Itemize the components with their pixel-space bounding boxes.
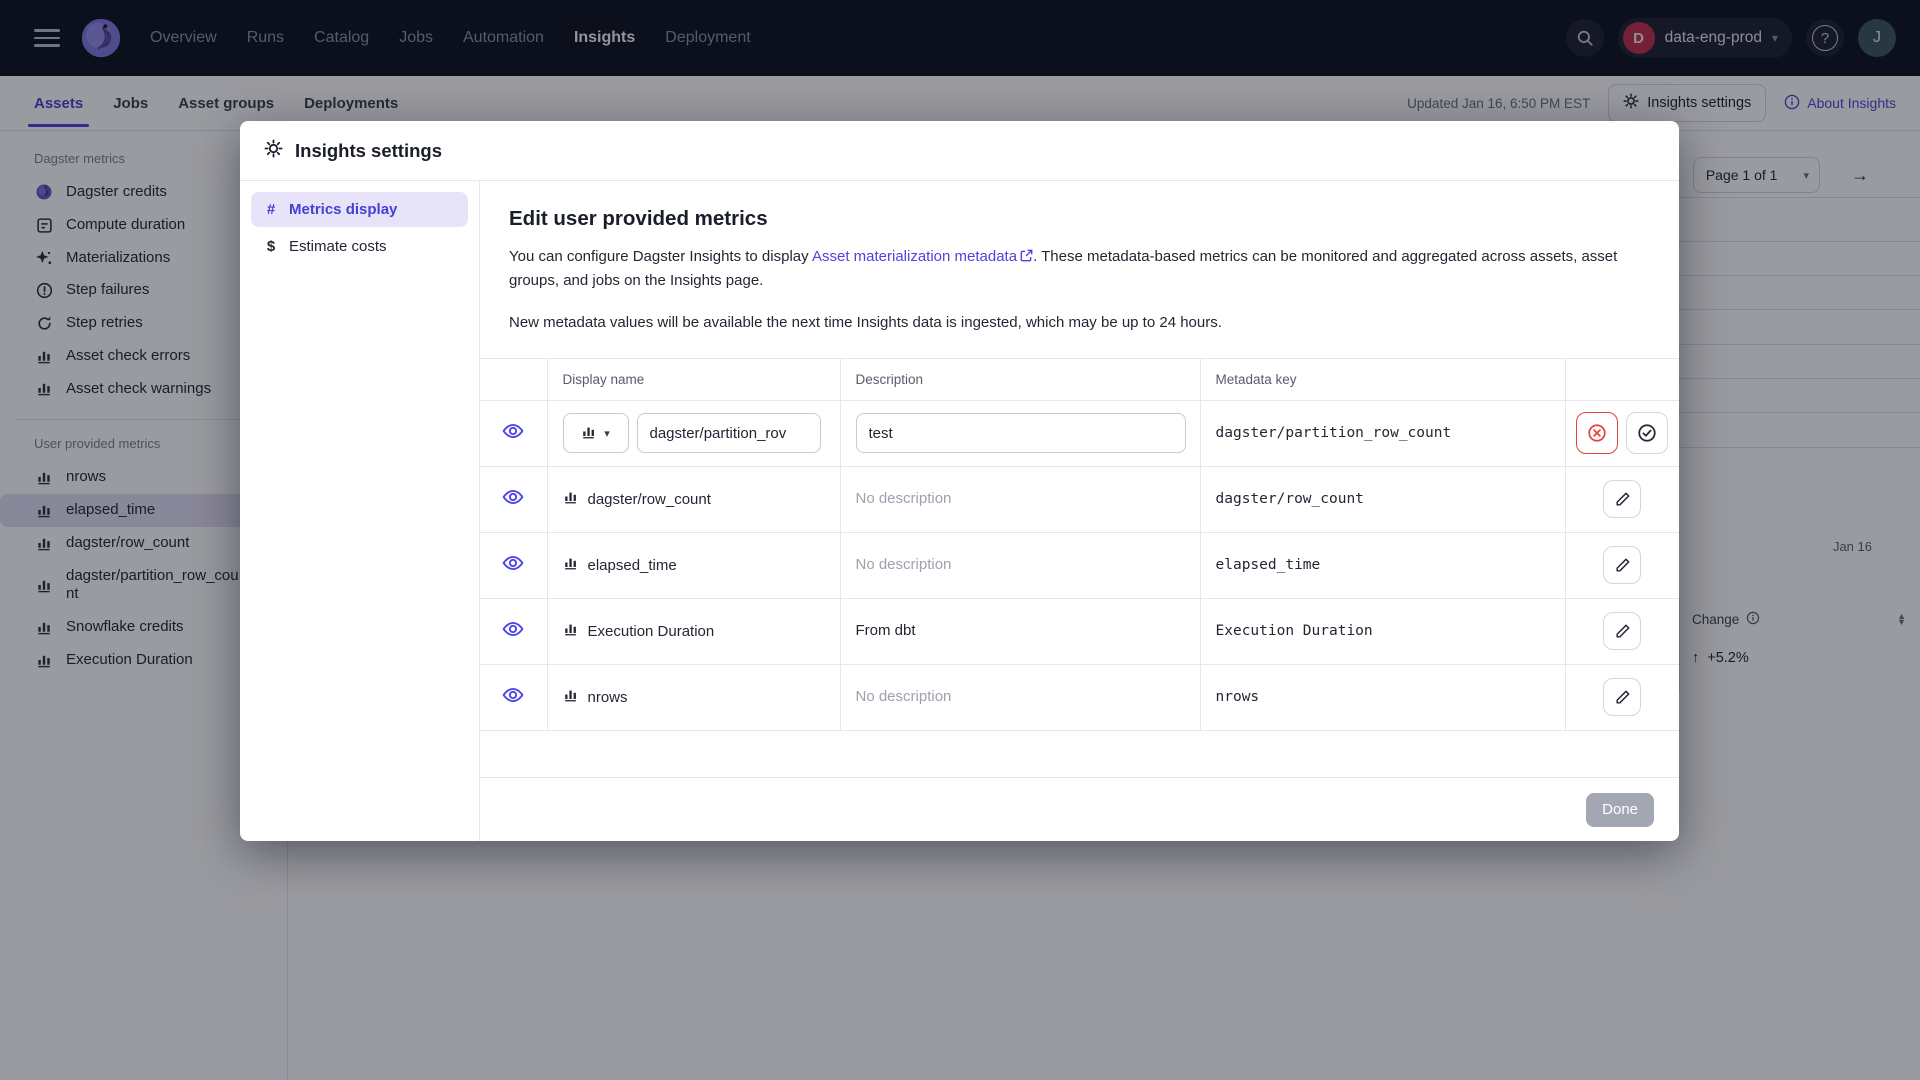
visibility-eye-icon[interactable] — [502, 687, 524, 710]
app-root: Overview Runs Catalog Jobs Automation In… — [0, 0, 1920, 1080]
metadata-key: nrows — [1215, 689, 1260, 706]
edit-row-button[interactable] — [1603, 612, 1642, 651]
bar-chart-icon — [563, 555, 579, 575]
col-display-name: Display name — [546, 357, 841, 401]
display-name-input[interactable] — [636, 413, 821, 454]
dialog-nav-estimate-costs[interactable]: $ Estimate costs — [251, 229, 468, 264]
gear-icon — [264, 139, 283, 163]
dialog-nav: # Metrics display $ Estimate costs — [240, 181, 480, 841]
col-description: Description — [839, 357, 1201, 401]
table-row: dagster/row_count No description dagster… — [480, 465, 1679, 533]
edit-row-button[interactable] — [1603, 546, 1642, 585]
description-empty: No description — [855, 490, 952, 508]
visibility-eye-icon[interactable] — [502, 423, 524, 446]
description-input[interactable] — [855, 413, 1186, 454]
bar-chart-icon — [563, 489, 579, 509]
visibility-eye-icon[interactable] — [502, 489, 524, 512]
dialog-note: New metadata values will be available th… — [509, 313, 1222, 331]
visibility-eye-icon[interactable] — [502, 555, 524, 578]
display-name: dagster/row_count — [587, 490, 711, 508]
description-empty: No description — [855, 688, 952, 706]
edit-row-button[interactable] — [1603, 480, 1642, 519]
dialog-title: Insights settings — [295, 139, 442, 161]
display-name: Execution Duration — [587, 622, 715, 640]
dollar-icon: $ — [266, 238, 276, 255]
cancel-edit-button[interactable] — [1576, 412, 1619, 455]
metadata-key: elapsed_time — [1215, 557, 1321, 574]
description: From dbt — [855, 622, 916, 640]
dialog-header: Insights settings — [240, 121, 1679, 181]
insights-settings-dialog: Insights settings # Metrics display $ Es… — [240, 121, 1679, 841]
done-button[interactable]: Done — [1586, 792, 1654, 827]
dialog-section-heading: Edit user provided metrics — [509, 207, 768, 230]
metadata-key: dagster/partition_row_count — [1215, 425, 1452, 442]
metrics-table: Display name Description Metadata key ▾ … — [480, 357, 1679, 731]
bar-chart-icon — [581, 424, 597, 443]
external-link-icon — [1020, 246, 1033, 269]
dialog-nav-metrics-display[interactable]: # Metrics display — [251, 192, 468, 227]
metadata-key: Execution Duration — [1215, 623, 1373, 640]
asset-materialization-metadata-link[interactable]: Asset materialization metadata — [812, 248, 1033, 265]
display-name: nrows — [587, 688, 628, 706]
col-metadata-key: Metadata key — [1199, 357, 1566, 401]
display-name: elapsed_time — [587, 556, 677, 574]
description-empty: No description — [855, 556, 952, 574]
chart-type-dropdown[interactable]: ▾ — [562, 413, 629, 454]
confirm-edit-button[interactable] — [1626, 412, 1669, 455]
table-row: elapsed_time No description elapsed_time — [480, 531, 1679, 599]
metadata-key: dagster/row_count — [1215, 491, 1364, 508]
bar-chart-icon — [563, 621, 579, 641]
table-header-row: Display name Description Metadata key — [480, 357, 1679, 401]
chevron-down-icon: ▾ — [604, 427, 610, 440]
edit-row-button[interactable] — [1603, 678, 1642, 717]
dialog-footer: Done — [480, 777, 1679, 841]
bar-chart-icon — [563, 687, 579, 707]
table-row: nrows No description nrows — [480, 663, 1679, 731]
visibility-eye-icon[interactable] — [502, 621, 524, 644]
hash-icon: # — [266, 201, 276, 218]
dialog-description: You can configure Dagster Insights to di… — [509, 248, 1618, 290]
table-row: Execution Duration From dbt Execution Du… — [480, 597, 1679, 665]
table-row: ▾ dagster/partition_row_count — [480, 399, 1679, 467]
